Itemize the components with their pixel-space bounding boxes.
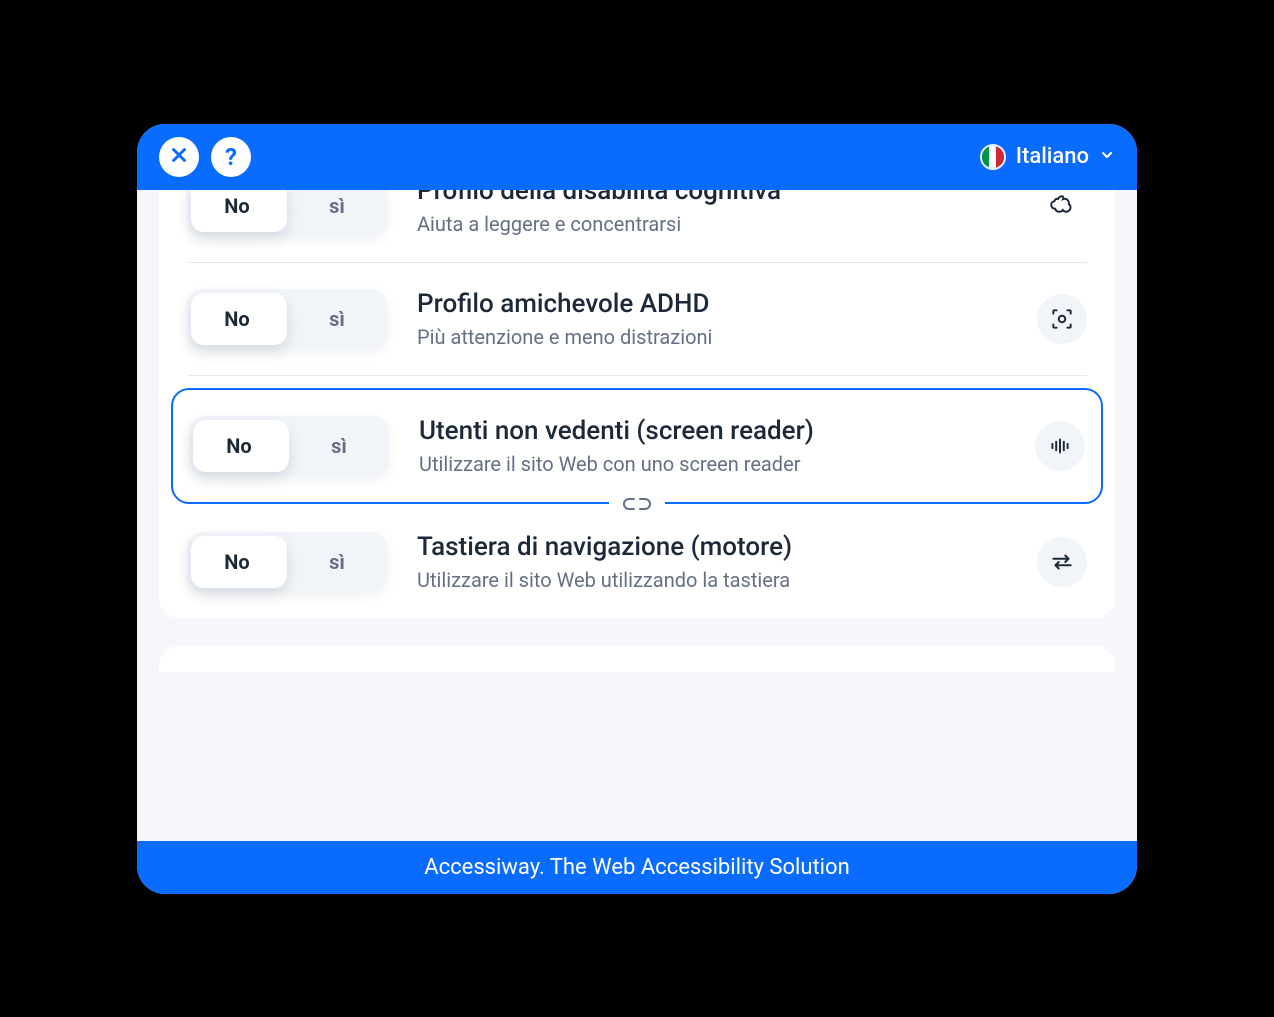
focus-icon	[1037, 294, 1087, 344]
profile-title: Tastiera di navigazione (motore)	[417, 532, 1007, 562]
profiles-card: No sì Profilo della disabilità cognitiva…	[159, 190, 1115, 618]
profile-row: No sì Profilo della disabilità cognitiva…	[187, 190, 1087, 263]
sound-icon	[1035, 421, 1085, 471]
profile-title: Profilo della disabilità cognitiva	[417, 190, 1007, 206]
profile-title: Profilo amichevole ADHD	[417, 289, 1007, 319]
help-button[interactable]: ?	[211, 137, 251, 177]
profiles-scroll-area[interactable]: No sì Profilo della disabilità cognitiva…	[137, 190, 1137, 841]
footer-tagline: Accessiway. The Web Accessibility Soluti…	[424, 855, 849, 880]
cloud-icon	[1037, 190, 1087, 231]
profile-row: No sì Tastiera di navigazione (motore) U…	[187, 506, 1087, 618]
question-icon: ?	[225, 143, 237, 171]
toggle-yes: sì	[287, 532, 387, 592]
toggle-no: No	[187, 190, 287, 236]
toggle-no: No	[187, 289, 287, 349]
next-section-peek	[159, 646, 1115, 672]
accessibility-widget: ? Italiano No sì Profilo della disabilit…	[137, 124, 1137, 894]
profile-subtitle: Aiuta a leggere e concentrarsi	[417, 212, 1007, 236]
toggle-yes: sì	[287, 289, 387, 349]
toggle-no: No	[187, 532, 287, 592]
profile-row-highlighted: No sì Utenti non vedenti (screen reader)…	[171, 388, 1103, 504]
profile-subtitle: Più attenzione e meno distrazioni	[417, 325, 1007, 349]
profile-subtitle: Utilizzare il sito Web con uno screen re…	[419, 452, 1005, 476]
profile-toggle[interactable]: No sì	[187, 289, 387, 349]
link-icon	[609, 493, 665, 519]
profile-text: Utenti non vedenti (screen reader) Utili…	[419, 416, 1005, 476]
profile-subtitle: Utilizzare il sito Web utilizzando la ta…	[417, 568, 1007, 592]
widget-header: ? Italiano	[137, 124, 1137, 190]
profile-text: Tastiera di navigazione (motore) Utilizz…	[417, 532, 1007, 592]
toggle-yes: sì	[287, 190, 387, 236]
profile-row: No sì Profilo amichevole ADHD Più attenz…	[187, 263, 1087, 376]
close-icon	[168, 144, 190, 170]
profile-toggle[interactable]: No sì	[187, 532, 387, 592]
close-button[interactable]	[159, 137, 199, 177]
profile-text: Profilo della disabilità cognitiva Aiuta…	[417, 190, 1007, 236]
italy-flag-icon	[980, 144, 1006, 170]
profile-toggle[interactable]: No sì	[189, 416, 389, 476]
widget-footer: Accessiway. The Web Accessibility Soluti…	[137, 841, 1137, 894]
language-selector[interactable]: Italiano	[980, 144, 1115, 170]
language-label: Italiano	[1016, 144, 1089, 169]
toggle-no: No	[189, 416, 289, 476]
profile-text: Profilo amichevole ADHD Più attenzione e…	[417, 289, 1007, 349]
chevron-down-icon	[1099, 144, 1115, 169]
profile-toggle[interactable]: No sì	[187, 190, 387, 236]
toggle-yes: sì	[289, 416, 389, 476]
profile-title: Utenti non vedenti (screen reader)	[419, 416, 1005, 446]
swap-icon	[1037, 537, 1087, 587]
